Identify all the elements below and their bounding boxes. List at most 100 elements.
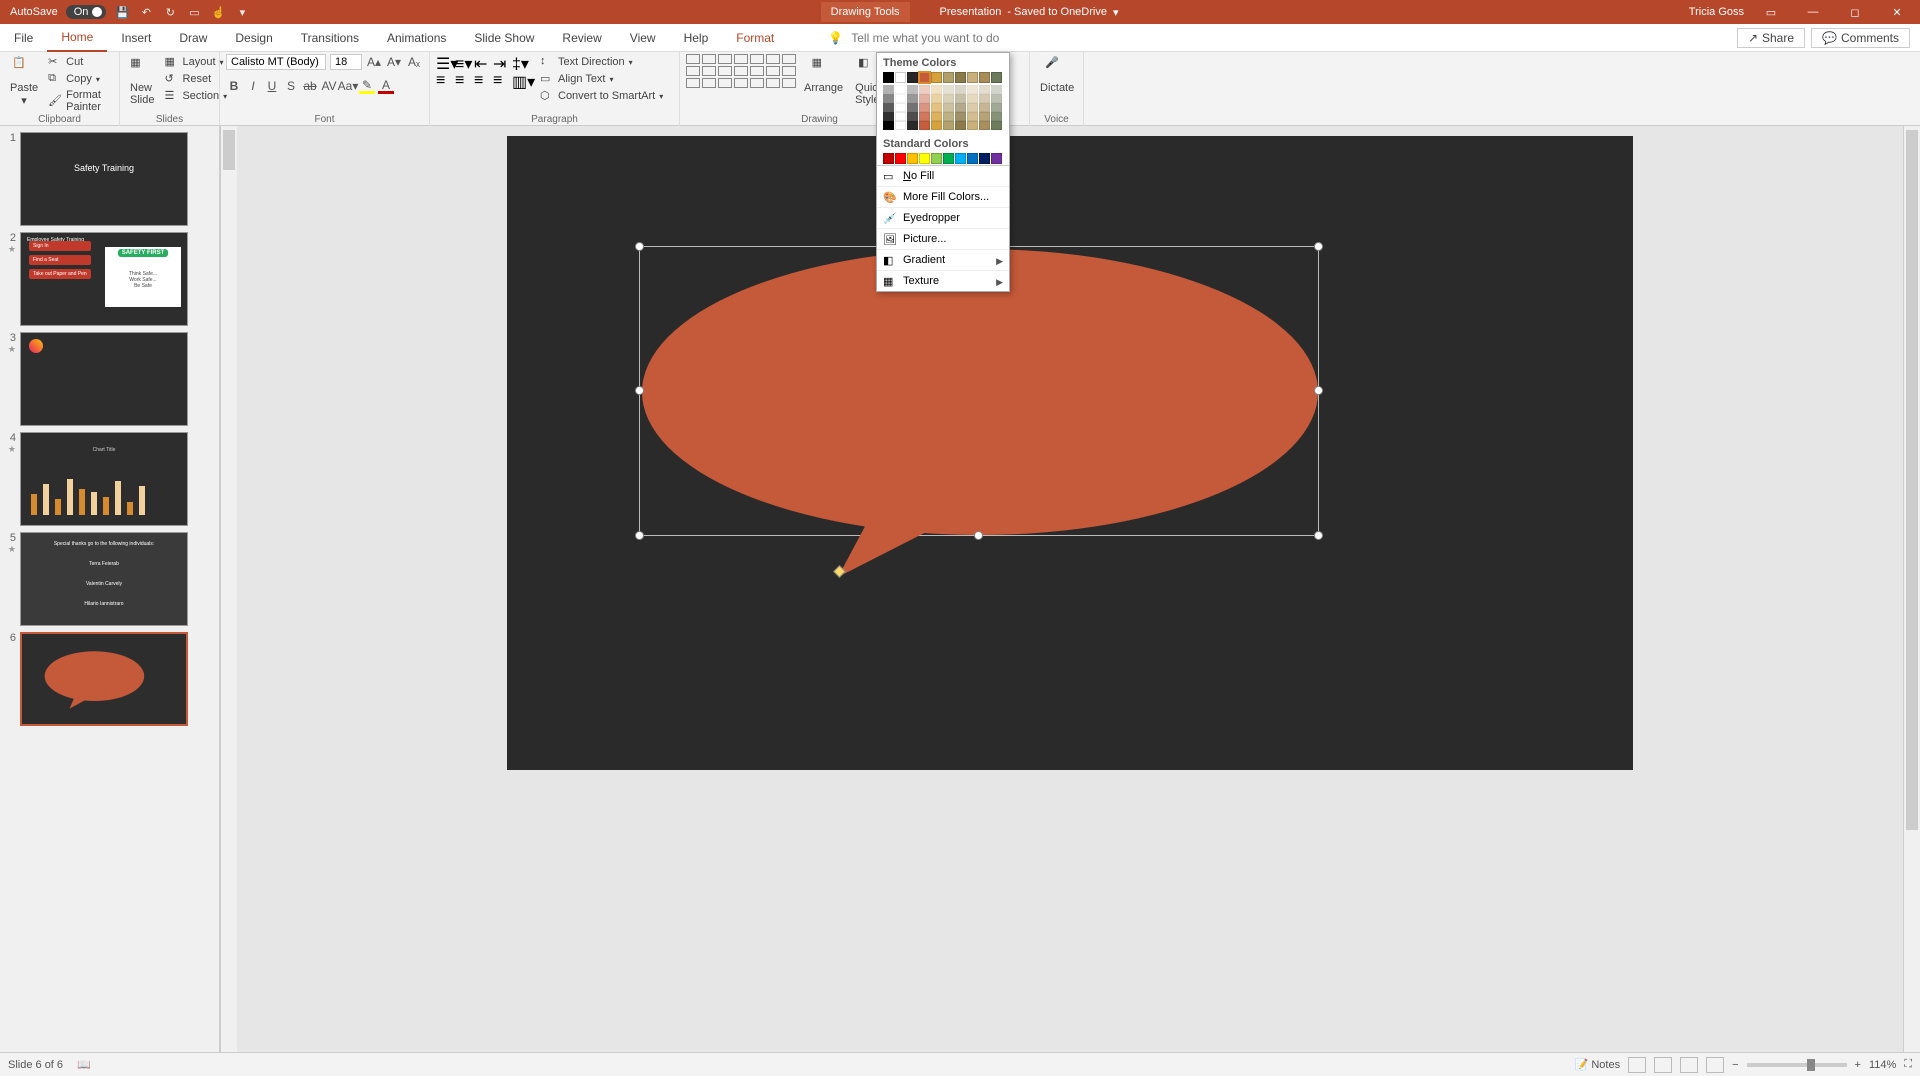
tint-swatch[interactable] (883, 103, 894, 112)
tint-swatch[interactable] (943, 112, 954, 121)
reading-view-icon[interactable] (1680, 1057, 1698, 1073)
standard-color-swatch[interactable] (895, 153, 906, 164)
tint-swatch[interactable] (895, 85, 906, 94)
tint-swatch[interactable] (955, 94, 966, 103)
touch-icon[interactable]: ☝ (210, 4, 226, 20)
zoom-level[interactable]: 114% (1869, 1059, 1896, 1071)
tint-swatch[interactable] (895, 121, 906, 130)
align-right-icon[interactable]: ≡ (474, 72, 490, 86)
resize-handle-br[interactable] (1314, 531, 1323, 540)
tint-swatch[interactable] (907, 103, 918, 112)
tab-slideshow[interactable]: Slide Show (460, 24, 548, 52)
slide-thumb-4[interactable]: Chart Title (20, 432, 188, 526)
slide-thumb-1[interactable]: Safety Training (20, 132, 188, 226)
tab-review[interactable]: Review (548, 24, 615, 52)
no-fill-item[interactable]: ▭ No Fill (877, 165, 1009, 186)
tint-swatch[interactable] (967, 112, 978, 121)
tab-draw[interactable]: Draw (165, 24, 221, 52)
tint-swatch[interactable] (919, 103, 930, 112)
standard-color-swatch[interactable] (979, 153, 990, 164)
standard-color-swatch[interactable] (931, 153, 942, 164)
strike-button[interactable]: ab (302, 78, 318, 94)
zoom-in-button[interactable]: + (1855, 1059, 1861, 1071)
slide-thumbnail-panel[interactable]: 1 Safety Training 2★ Employee Safety Tra… (0, 126, 220, 1052)
shadow-button[interactable]: S (283, 78, 299, 94)
slide-thumb-5[interactable]: Special thanks go to the following indiv… (20, 532, 188, 626)
normal-view-icon[interactable] (1628, 1057, 1646, 1073)
numbering-icon[interactable]: ≡▾ (455, 54, 471, 68)
new-slide-button[interactable]: ▦ New Slide (126, 54, 158, 108)
line-spacing-icon[interactable]: ‡▾ (512, 54, 528, 68)
italic-button[interactable]: I (245, 78, 261, 94)
font-family-select[interactable] (226, 54, 326, 70)
resize-handle-mr[interactable] (1314, 386, 1323, 395)
tint-swatch[interactable] (919, 94, 930, 103)
tint-swatch[interactable] (991, 85, 1002, 94)
picture-item[interactable]: 🖼 Picture... (877, 228, 1009, 249)
tint-swatch[interactable] (979, 103, 990, 112)
tint-swatch[interactable] (907, 121, 918, 130)
tint-swatch[interactable] (943, 85, 954, 94)
texture-item[interactable]: ▦ Texture ▶ (877, 270, 1009, 291)
tab-animations[interactable]: Animations (373, 24, 460, 52)
columns-icon[interactable]: ▥▾ (512, 72, 528, 86)
tab-format[interactable]: Format (722, 24, 788, 52)
resize-handle-tr[interactable] (1314, 242, 1323, 251)
tint-swatch[interactable] (883, 112, 894, 121)
copy-button[interactable]: ⧉Copy▾ (46, 71, 113, 87)
standard-color-swatch[interactable] (991, 153, 1002, 164)
justify-icon[interactable]: ≡ (493, 72, 509, 86)
tint-swatch[interactable] (967, 121, 978, 130)
bullets-icon[interactable]: ☰▾ (436, 54, 452, 68)
fit-icon[interactable]: ⛶ (1904, 1058, 1912, 1071)
tint-swatch[interactable] (955, 121, 966, 130)
font-size-select[interactable] (330, 54, 362, 70)
paste-button[interactable]: 📋 Paste ▾ (6, 54, 42, 109)
font-color-button[interactable]: A (378, 78, 394, 94)
resize-handle-tl[interactable] (635, 242, 644, 251)
slide-canvas[interactable]: ↻ (507, 136, 1633, 770)
gradient-item[interactable]: ◧ Gradient ▶ (877, 249, 1009, 270)
redo-icon[interactable]: ↻ (162, 4, 178, 20)
sorter-view-icon[interactable] (1654, 1057, 1672, 1073)
tint-swatch[interactable] (943, 94, 954, 103)
tint-swatch[interactable] (991, 112, 1002, 121)
slideshow-view-icon[interactable] (1706, 1057, 1724, 1073)
tint-swatch[interactable] (943, 103, 954, 112)
standard-color-swatch[interactable] (883, 153, 894, 164)
tint-swatch[interactable] (907, 112, 918, 121)
tint-swatch[interactable] (979, 85, 990, 94)
maximize-icon[interactable]: ◻ (1840, 0, 1870, 24)
tint-swatch[interactable] (931, 94, 942, 103)
slide-thumb-6[interactable] (20, 632, 188, 726)
tab-home[interactable]: Home (47, 24, 107, 52)
slide-counter[interactable]: Slide 6 of 6 (8, 1059, 63, 1071)
standard-color-swatch[interactable] (967, 153, 978, 164)
close-icon[interactable]: ✕ (1882, 0, 1912, 24)
tint-swatch[interactable] (979, 112, 990, 121)
resize-handle-ml[interactable] (635, 386, 644, 395)
shapes-gallery[interactable] (686, 54, 796, 88)
tint-swatch[interactable] (895, 103, 906, 112)
clear-format-icon[interactable]: Aₓ (406, 54, 422, 70)
dictate-button[interactable]: 🎤 Dictate (1036, 54, 1078, 96)
bold-button[interactable]: B (226, 78, 242, 94)
tint-swatch[interactable] (883, 121, 894, 130)
eyedropper-item[interactable]: 💉 Eyedropper (877, 207, 1009, 228)
qat-dropdown-icon[interactable]: ▾ (234, 4, 250, 20)
tab-help[interactable]: Help (670, 24, 723, 52)
tint-swatch[interactable] (991, 121, 1002, 130)
slideshow-icon[interactable]: ▭ (186, 4, 202, 20)
tint-swatch[interactable] (955, 112, 966, 121)
tint-swatch[interactable] (931, 112, 942, 121)
case-button[interactable]: Aa▾ (340, 78, 356, 94)
thumb-scrollbar[interactable] (220, 126, 237, 1052)
underline-button[interactable]: U (264, 78, 280, 94)
standard-color-swatch[interactable] (943, 153, 954, 164)
autosave-toggle[interactable]: On (66, 5, 107, 19)
spacing-button[interactable]: AV (321, 78, 337, 94)
cut-button[interactable]: ✂Cut (46, 54, 113, 70)
slide-canvas-area[interactable]: ↻ (237, 126, 1903, 1052)
tint-swatch[interactable] (955, 103, 966, 112)
theme-color-swatch[interactable] (907, 72, 918, 83)
